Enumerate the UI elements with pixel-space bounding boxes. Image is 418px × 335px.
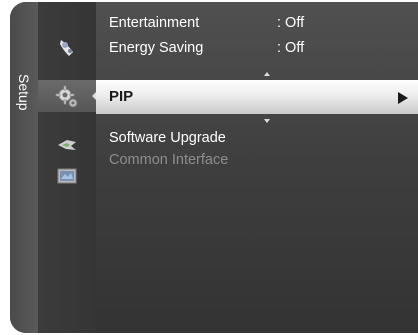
application-icon[interactable] <box>55 164 79 188</box>
menu-item-label: PIP <box>109 88 134 105</box>
tv-setup-menu: Setup Entertainment: Off Energy Saving … <box>0 0 418 335</box>
category-tab: Setup <box>10 2 38 333</box>
submenu-arrow-icon <box>398 92 408 104</box>
scroll-down-indicator-icon <box>264 119 270 123</box>
category-icon-column <box>38 2 97 333</box>
picture-icon[interactable] <box>55 36 79 60</box>
menu-item-pip[interactable]: PIP <box>96 80 418 114</box>
menu-item-energy-saving[interactable]: Energy Saving : Off <box>96 37 418 59</box>
menu-item-value: : Off <box>277 40 305 56</box>
category-label: Setup <box>16 74 32 111</box>
setup-gear-icon[interactable] <box>55 85 79 109</box>
scroll-up-indicator-icon <box>264 72 270 76</box>
menu-item-label: Software Upgrade <box>109 130 226 146</box>
menu-item-value: : Off <box>277 15 305 31</box>
menu-item-entertainment[interactable]: Entertainment : Off <box>96 12 418 34</box>
menu-item-label: Common Interface <box>109 152 229 168</box>
menu-content: Entertainment : Off Energy Saving : Off … <box>92 2 418 333</box>
menu-item-software-upgrade[interactable]: Software Upgrade <box>96 127 418 149</box>
menu-item-label: Energy Saving <box>109 40 204 56</box>
menu-item-label: Entertainment <box>109 15 200 31</box>
menu-item-common-interface: Common Interface <box>96 149 418 171</box>
menu-frame: Setup Entertainment: Off Energy Saving … <box>10 2 418 333</box>
input-icon[interactable] <box>55 133 79 157</box>
